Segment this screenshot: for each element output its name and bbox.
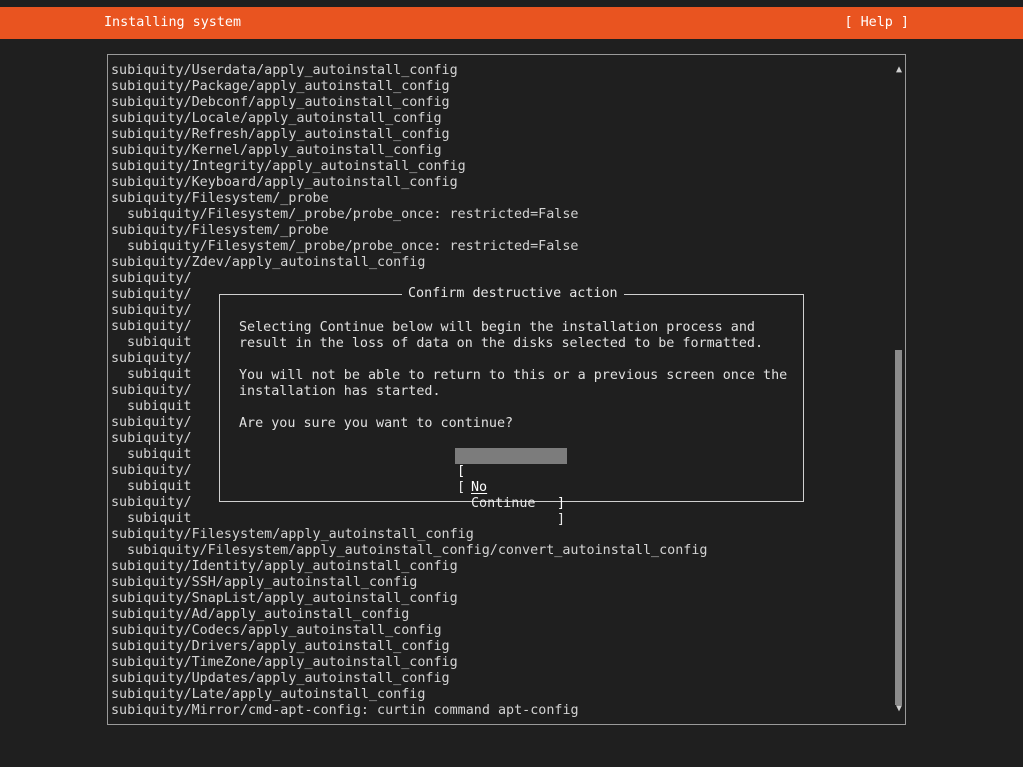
continue-button[interactable]: [ Continue ] bbox=[455, 464, 567, 527]
log-line: subiquity/Userdata/apply_autoinstall_con… bbox=[111, 63, 458, 78]
log-line: subiquity/SnapList/apply_autoinstall_con… bbox=[111, 591, 458, 606]
log-line: subiquity/Filesystem/apply_autoinstall_c… bbox=[127, 543, 708, 558]
log-line: subiquity/Locale/apply_autoinstall_confi… bbox=[111, 111, 442, 126]
dialog-warning-text: Selecting Continue below will begin the … bbox=[239, 320, 764, 351]
scroll-down-arrow-icon[interactable]: ▼ bbox=[896, 703, 902, 715]
log-line: subiquity/Filesystem/_probe bbox=[111, 191, 329, 206]
title-bar: Installing system [ Help ] bbox=[0, 7, 1023, 39]
confirm-dialog: Confirm destructive action Selecting Con… bbox=[219, 285, 804, 527]
log-line: subiquity/Filesystem/_probe/probe_once: … bbox=[127, 239, 579, 254]
log-line: subiquity/Package/apply_autoinstall_conf… bbox=[111, 79, 450, 94]
log-line: subiquity/Updates/apply_autoinstall_conf… bbox=[111, 671, 450, 686]
log-line: subiquity/Filesystem/apply_autoinstall_c… bbox=[111, 527, 474, 542]
log-line: subiquity/Ad/apply_autoinstall_config bbox=[111, 607, 410, 622]
dialog-title: Confirm destructive action bbox=[402, 285, 624, 303]
log-line: subiquit bbox=[127, 511, 192, 526]
dialog-body: Selecting Continue below will begin the … bbox=[239, 320, 799, 432]
log-line: subiquity/Identity/apply_autoinstall_con… bbox=[111, 559, 458, 574]
log-line: subiquity/Kernel/apply_autoinstall_confi… bbox=[111, 143, 442, 158]
log-line: subiquity/Late/apply_autoinstall_config bbox=[111, 687, 426, 702]
log-line: subiquity/Filesystem/_probe/probe_once: … bbox=[127, 207, 579, 222]
log-line: subiquity/Keyboard/apply_autoinstall_con… bbox=[111, 175, 458, 190]
scrollbar-thumb[interactable] bbox=[895, 350, 902, 705]
log-line: subiquity/Zdev/apply_autoinstall_config bbox=[111, 255, 426, 270]
help-button[interactable]: [ Help ] bbox=[845, 14, 910, 32]
log-line: subiquity/Debconf/apply_autoinstall_conf… bbox=[111, 95, 450, 110]
log-line: subiquity/TimeZone/apply_autoinstall_con… bbox=[111, 655, 458, 670]
log-line: subiquity/Codecs/apply_autoinstall_confi… bbox=[111, 623, 442, 638]
log-line: subiquity/Integrity/apply_autoinstall_co… bbox=[111, 159, 466, 174]
log-line: subiquity/Drivers/apply_autoinstall_conf… bbox=[111, 639, 450, 654]
continue-button-label: Continue bbox=[471, 496, 536, 511]
log-line: subiquity/Mirror/cmd-apt-config: curtin … bbox=[111, 703, 579, 718]
log-line: subiquity/Refresh/apply_autoinstall_conf… bbox=[111, 127, 450, 142]
scroll-up-arrow-icon[interactable]: ▲ bbox=[896, 64, 902, 76]
log-line: subiquity/SSH/apply_autoinstall_config bbox=[111, 575, 418, 590]
log-line: subiquity/Filesystem/_probe bbox=[111, 223, 329, 238]
no-button[interactable]: [ No ] bbox=[455, 448, 567, 511]
page-title: Installing system bbox=[104, 15, 242, 30]
dialog-question-text: Are you sure you want to continue? bbox=[239, 416, 514, 431]
dialog-note-text: You will not be able to return to this o… bbox=[239, 368, 788, 399]
